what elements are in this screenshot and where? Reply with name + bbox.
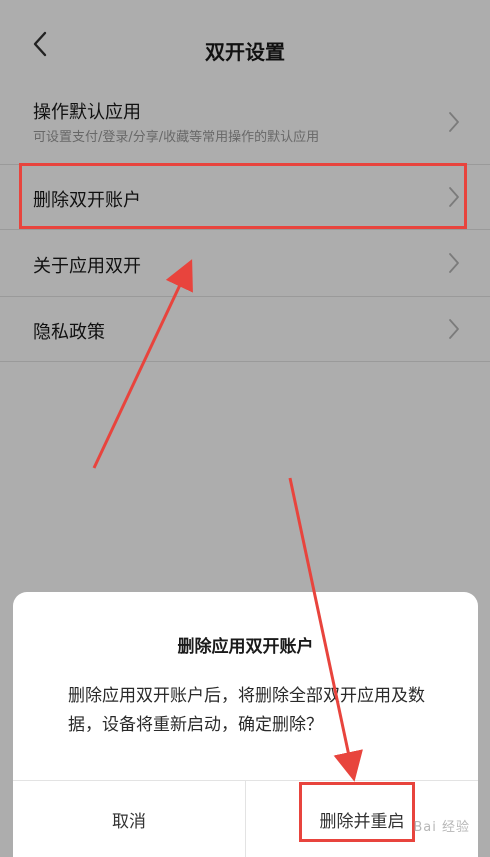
highlight-box-delete-account bbox=[19, 163, 467, 229]
dialog-message: 删除应用双开账户后，将删除全部双开应用及数据，设备将重新启动，确定删除？ bbox=[68, 686, 425, 735]
highlight-box-delete-restart bbox=[299, 782, 415, 842]
watermark-logo: Bai 经验 bbox=[413, 820, 470, 835]
cancel-button[interactable]: 取消 bbox=[13, 781, 245, 857]
dialog-title: 删除应用双开账户 bbox=[177, 637, 314, 657]
app-screen: 双开设置 操作默认应用 可设置支付/登录/分享/收藏等常用操作的默认应用 删除双… bbox=[0, 0, 490, 857]
